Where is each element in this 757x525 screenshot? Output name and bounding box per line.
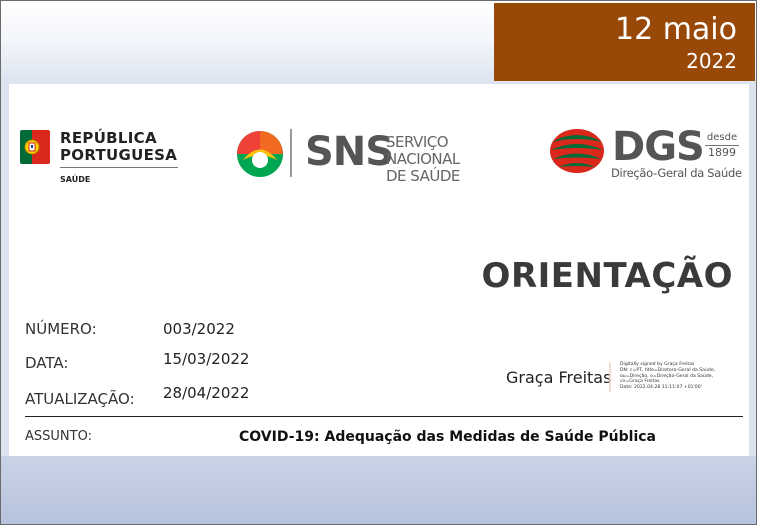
dgs-year: 1899: [708, 146, 736, 159]
republica-sub: SAÚDE: [60, 175, 91, 184]
dgs-acronym: DGS: [612, 124, 705, 170]
republica-divider: [60, 167, 178, 168]
data-label: DATA:: [25, 354, 69, 372]
sns-acronym: SNS: [305, 129, 394, 175]
sns-emblem-icon: [237, 131, 283, 177]
dgs-fullname: Direção-Geral da Saúde: [611, 166, 742, 180]
atualizacao-label: ATUALIZAÇÃO:: [25, 390, 135, 408]
data-value: 15/03/2022: [163, 350, 250, 368]
signature-details: Digitally signed by Graça Freitas DN: c=…: [620, 362, 716, 391]
signature-name: Graça Freitas: [506, 368, 612, 387]
sns-line2: DE SAÚDE: [386, 167, 460, 185]
sns-line1: SERVIÇO NACIONAL: [386, 133, 460, 168]
document-page: REPÚBLICA PORTUGUESA SAÚDE SNS SERVIÇO N…: [9, 84, 749, 456]
numero-value: 003/2022: [163, 320, 235, 338]
signature-mark: [609, 362, 617, 392]
republica-portuguesa-logo: REPÚBLICA PORTUGUESA SAÚDE: [18, 128, 178, 188]
sns-fullname: SERVIÇO NACIONAL DE SAÚDE: [386, 134, 525, 185]
date-box: 12 maio 2022: [494, 3, 755, 81]
atualizacao-value: 28/04/2022: [163, 384, 250, 402]
bottom-band: [1, 456, 756, 524]
date-day: 12 maio: [614, 12, 737, 47]
divider-rule: [25, 416, 743, 417]
numero-label: NÚMERO:: [25, 320, 97, 338]
republica-portuguesa-wordmark: REPÚBLICA PORTUGUESA: [60, 130, 177, 164]
republica-line2: PORTUGUESA: [60, 146, 178, 164]
portugal-flag-icon: [20, 130, 50, 164]
republica-line1: REPÚBLICA: [60, 129, 157, 147]
document-title: ORIENTAÇÃO: [481, 256, 733, 296]
assunto-value: COVID-19: Adequação das Medidas de Saúde…: [239, 429, 656, 445]
assunto-label: ASSUNTO:: [25, 429, 92, 444]
dgs-desde: desde: [706, 132, 738, 143]
sns-divider: [290, 129, 292, 177]
sns-logo: SNS SERVIÇO NACIONAL DE SAÚDE: [235, 126, 525, 185]
date-year: 2022: [686, 49, 737, 73]
dgs-emblem-icon: [550, 129, 604, 173]
dgs-logo: DGS desde 1899 Direção-Geral da Saúde: [547, 124, 747, 186]
